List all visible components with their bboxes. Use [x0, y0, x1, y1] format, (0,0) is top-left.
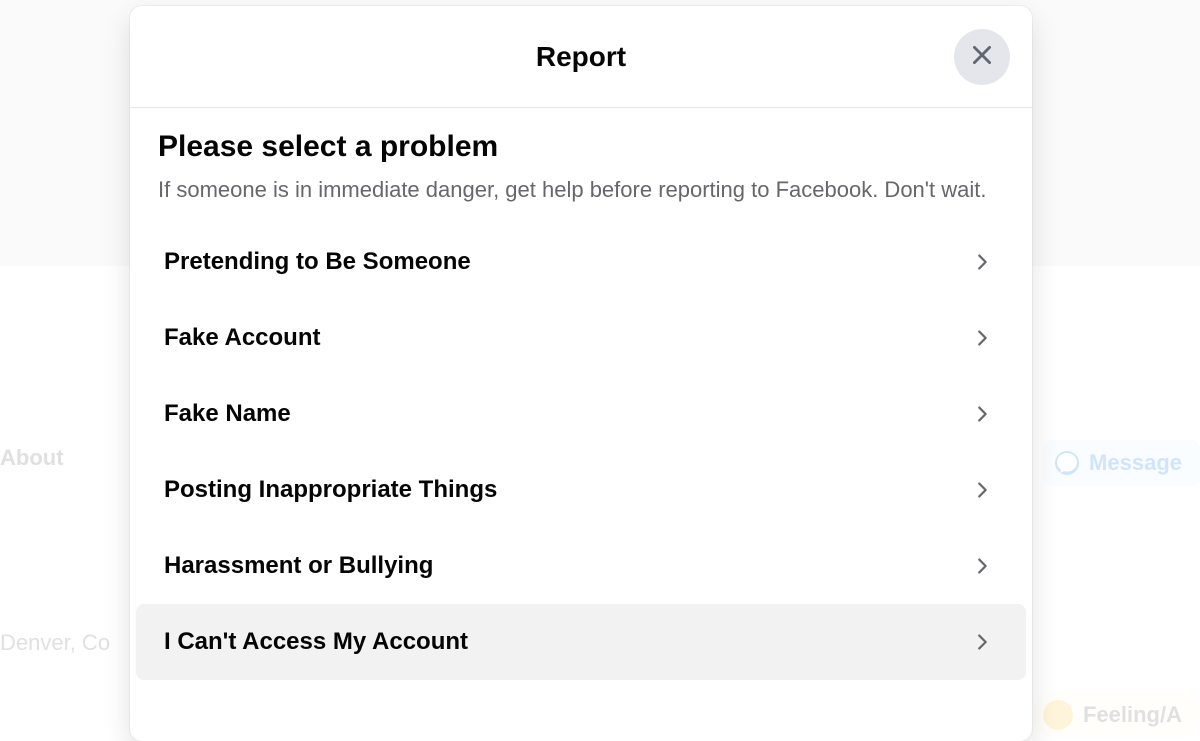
report-option[interactable]: Posting Inappropriate Things [136, 452, 1026, 528]
chevron-right-icon [968, 400, 996, 428]
chevron-right-icon [968, 324, 996, 352]
chevron-right-icon [968, 628, 996, 656]
report-option-label: Fake Name [164, 400, 291, 428]
report-option-label: Harassment or Bullying [164, 552, 433, 580]
dialog-heading: Please select a problem [158, 130, 1004, 164]
dialog-subheading: If someone is in immediate danger, get h… [158, 174, 1004, 206]
report-option[interactable]: I Can't Access My Account [136, 604, 1026, 680]
report-option[interactable]: Fake Account [136, 300, 1026, 376]
report-option[interactable]: Fake Name [136, 376, 1026, 452]
chevron-right-icon [968, 552, 996, 580]
dialog-body: Please select a problem If someone is in… [130, 108, 1032, 741]
chevron-right-icon [968, 248, 996, 276]
report-option[interactable]: Harassment or Bullying [136, 528, 1026, 604]
chevron-right-icon [968, 476, 996, 504]
dialog-header: Report [130, 6, 1032, 108]
close-button[interactable] [954, 29, 1010, 85]
dialog-intro: Please select a problem If someone is in… [130, 108, 1032, 224]
report-option[interactable]: Pretending to Be Someone [136, 224, 1026, 300]
report-option-label: Posting Inappropriate Things [164, 476, 497, 504]
dialog-title: Report [536, 41, 626, 73]
report-option-label: I Can't Access My Account [164, 628, 468, 656]
report-option-label: Fake Account [164, 324, 320, 352]
report-options-list[interactable]: Pretending to Be Someone Fake Account Fake… [130, 224, 1032, 741]
report-option-label: Pretending to Be Someone [164, 248, 471, 276]
close-icon [969, 42, 995, 71]
report-dialog: Report Please select a problem If someon… [130, 6, 1032, 741]
